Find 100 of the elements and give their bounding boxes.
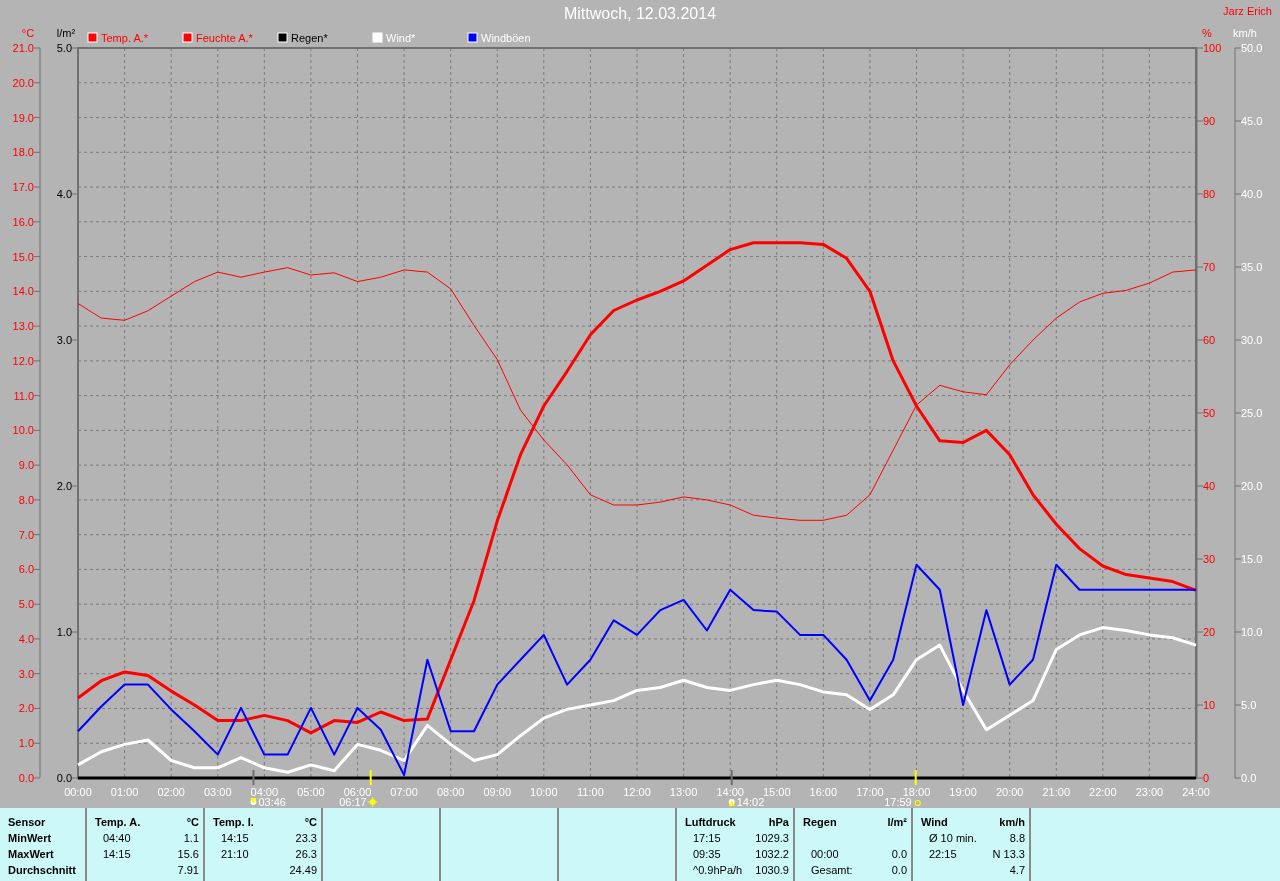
axis-tick-label: 4.0 [56, 188, 72, 200]
axis-tick-label: 1.0 [18, 737, 34, 750]
axis-tick-label: 90 [1203, 115, 1216, 127]
sensor-unit: °C [186, 816, 199, 828]
axis-unit: km/h [1233, 27, 1257, 39]
axis-tick-label: 21.0 [12, 42, 34, 54]
sun-time-marker [369, 769, 372, 786]
sensor-title: Temp. A. [95, 816, 141, 828]
legend-item: Temp. A.* [87, 32, 149, 44]
time-tick-label: 07:00 [390, 786, 418, 798]
legend-item: Windböen [467, 32, 531, 44]
time-tick-label: 11:00 [577, 786, 604, 798]
time-tick-label: 03:00 [204, 786, 232, 798]
axis-tick-label: 0.0 [1241, 772, 1257, 784]
axis-tick-label: 17.0 [12, 181, 34, 194]
axis-tick-label: 14.0 [12, 285, 34, 298]
time-tick-label: 10:00 [530, 786, 558, 798]
row-time: Gesamt: [810, 864, 853, 876]
axis-tick-label: 12.0 [12, 354, 34, 367]
axis-tick-label: 8.0 [18, 493, 34, 506]
sensor-unit: °C [304, 816, 317, 828]
axis-tick-label: 11.0 [13, 389, 34, 402]
axis-tick-label: 45.0 [1241, 115, 1263, 127]
row-time: 22:15 [928, 848, 957, 860]
row-time: ^0.9hPa/h [692, 864, 743, 876]
sensor-title: Regen [803, 816, 837, 828]
axis-tick-label: 18.0 [12, 146, 34, 159]
axis-tick-label: 50.0 [1241, 42, 1263, 54]
axis-tick-label: 70 [1203, 261, 1216, 273]
axis-tick-label: 10.0 [12, 424, 34, 437]
row-time: 04:40 [102, 832, 131, 844]
row-time: 09:35 [692, 848, 721, 860]
moon-up-icon [728, 799, 735, 806]
time-tick-label: 08:00 [436, 786, 465, 798]
axis-tick-label: 4.0 [18, 632, 34, 645]
axis-tick-label: 5.0 [1241, 699, 1257, 711]
time-tick-label: 13:00 [669, 786, 698, 798]
legend-item: Regen* [277, 32, 328, 44]
row-label: Durchschnitt [8, 864, 76, 876]
moon-down-icon [250, 798, 257, 805]
row-value: 15.6 [177, 848, 199, 860]
time-tick-label: 21:00 [1042, 786, 1070, 798]
moon-time-label: 03:46 [258, 796, 286, 808]
axis-tick-label: 25.0 [1241, 407, 1263, 419]
row-value: 26.3 [295, 848, 317, 860]
axis-tick-label: 80 [1203, 188, 1216, 200]
axis-tick-label: 3.0 [56, 334, 72, 346]
axis-tick-label: 6.0 [18, 563, 34, 576]
row-value: 24.49 [289, 864, 317, 876]
axis-tick-label: 0.0 [18, 772, 34, 784]
axis-tick-label: 2.0 [56, 480, 72, 492]
legend-item: Feuchte A.* [182, 32, 253, 44]
axis-tick-label: 19.0 [12, 111, 34, 124]
sun-time-label: 06:17 [339, 796, 367, 808]
axis-tick-label: 7.0 [18, 528, 34, 541]
time-tick-label: 06:00 [343, 786, 372, 798]
time-tick-label: 20:00 [995, 786, 1024, 798]
legend-label: Windböen [481, 32, 531, 44]
axis-unit: % [1202, 27, 1212, 39]
axis-tick-label: 0 [1203, 772, 1210, 784]
axis-tick-label: 0.0 [56, 772, 72, 784]
row-time: 00:00 [810, 848, 839, 860]
axis-tick-label: 30.0 [1241, 334, 1263, 346]
axis-tick-label: 20.0 [12, 76, 34, 89]
sun-icon [367, 796, 379, 808]
row-value: 1030.9 [755, 864, 789, 876]
axis-tick-label: 40.0 [1241, 188, 1263, 200]
axis-tick-label: 35.0 [1241, 261, 1263, 273]
time-tick-label: 14:00 [716, 786, 744, 798]
axis-tick-label: 10.0 [1241, 626, 1263, 638]
row-value: 1029.3 [755, 832, 789, 844]
row-label: MaxWert [8, 848, 54, 860]
time-tick-label: 15:00 [763, 786, 791, 798]
time-tick-label: 23:00 [1135, 786, 1164, 798]
row-label: Sensor [8, 816, 46, 828]
legend-item: Wind* [372, 32, 416, 44]
axis-tick-label: 13.0 [12, 320, 34, 333]
time-tick-label: 01:00 [110, 786, 139, 798]
legend-label: Regen* [291, 32, 329, 44]
time-tick-label: 02:00 [157, 786, 185, 798]
time-tick-label: 22:00 [1089, 786, 1117, 798]
row-time: 14:15 [102, 848, 131, 860]
moon-time-marker [252, 769, 255, 786]
axis-tick-label: 50 [1203, 407, 1216, 419]
time-tick-label: 24:00 [1182, 786, 1210, 798]
sensor-title: Luftdruck [685, 816, 736, 828]
axis-tick-label: 5.0 [18, 598, 34, 611]
axis-unit: °C [21, 27, 35, 39]
axis-tick-label: 100 [1203, 42, 1222, 54]
axis-tick-label: 30 [1203, 553, 1216, 565]
sensor-unit: l/m² [887, 816, 907, 828]
row-value: 4.7 [1009, 864, 1025, 876]
axis-tick-label: 15.0 [12, 250, 34, 263]
axis-tick-label: 60 [1203, 334, 1216, 346]
time-tick-label: 19:00 [949, 786, 977, 798]
axis-tick-label: 16.0 [12, 215, 34, 228]
moon-time-label: 14:02 [736, 796, 765, 808]
sunset-icon [914, 799, 921, 807]
legend-label: Temp. A.* [101, 32, 149, 44]
legend-label: Feuchte A.* [196, 32, 254, 44]
